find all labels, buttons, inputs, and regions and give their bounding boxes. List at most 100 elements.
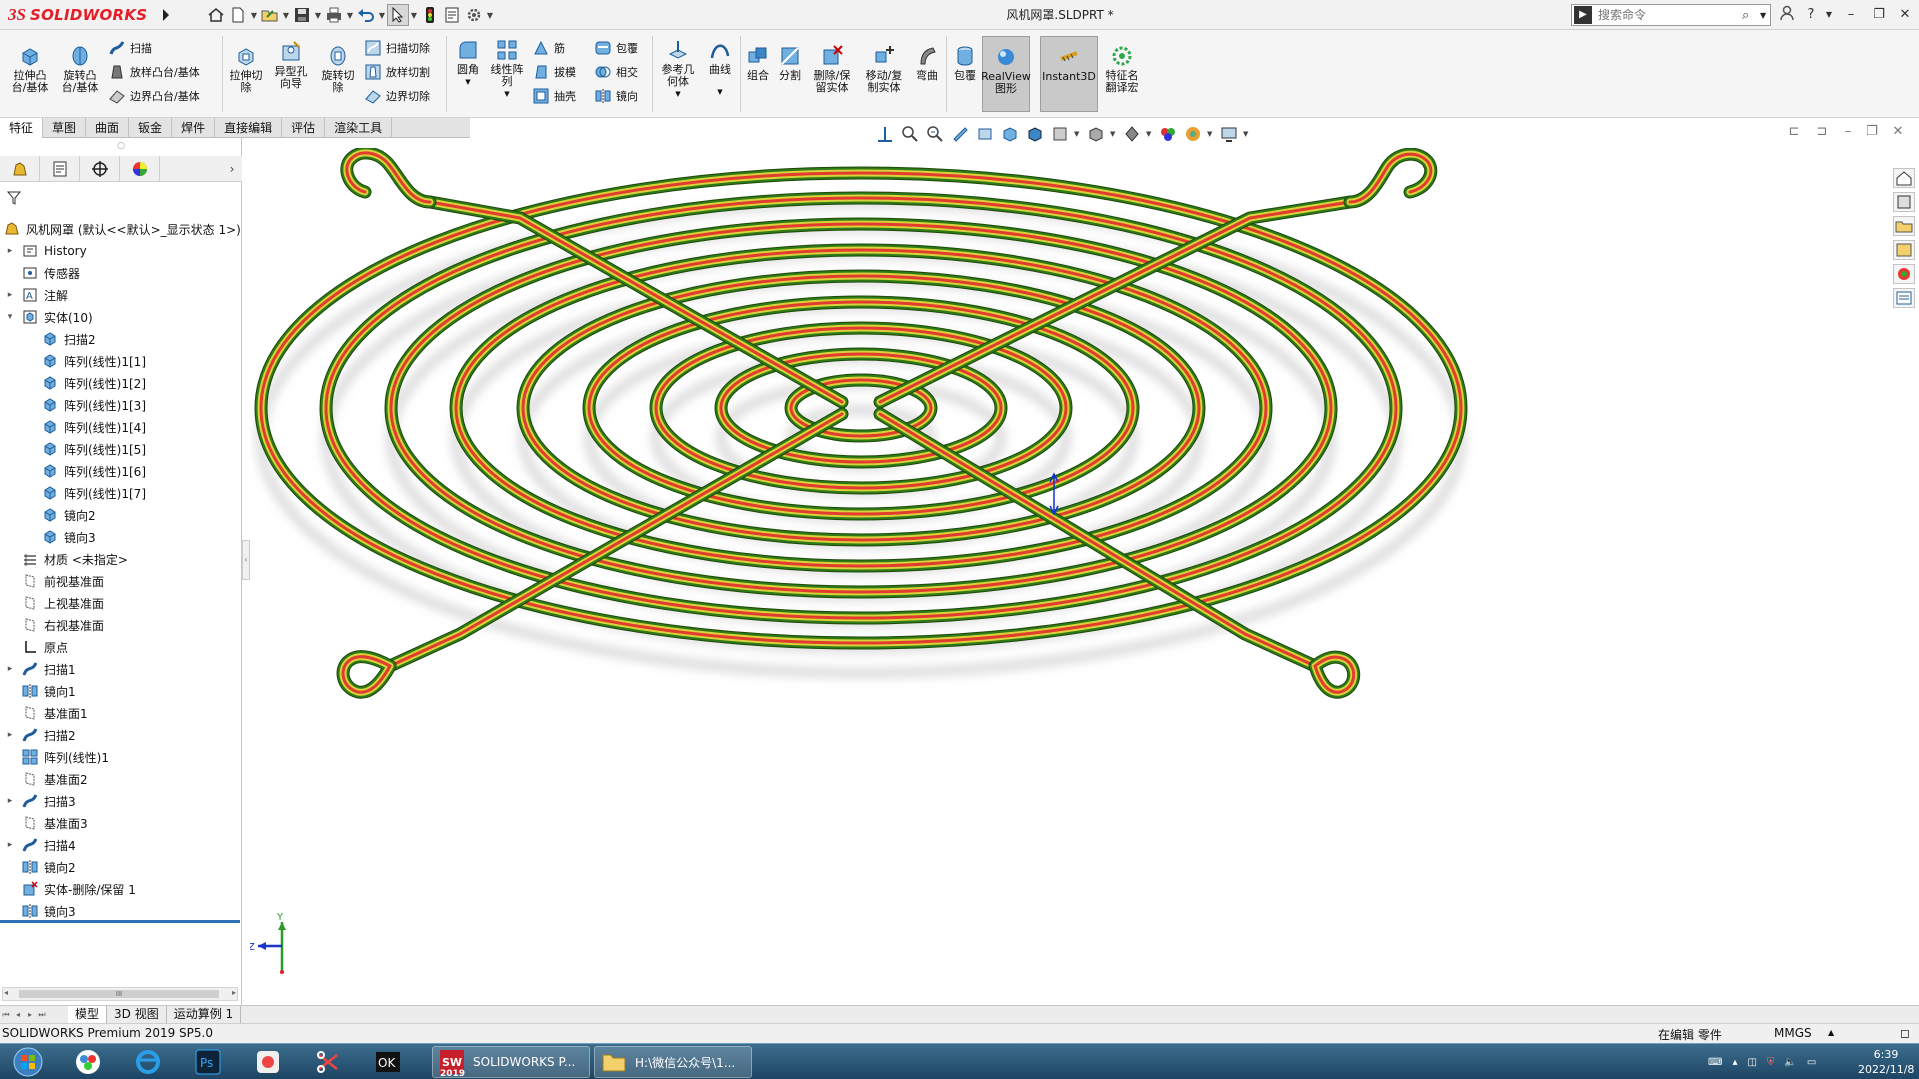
- tree-item[interactable]: 前视基准面: [0, 570, 242, 592]
- notification-icon[interactable]: ◻: [1900, 1026, 1910, 1040]
- save-icon[interactable]: [291, 4, 313, 26]
- appearance-colors-icon[interactable]: [1157, 123, 1179, 145]
- reference-geometry-button[interactable]: 参考几 何体 ▼: [656, 38, 700, 100]
- mounting-hook[interactable]: [336, 650, 397, 699]
- shell-button[interactable]: 抽壳: [532, 86, 576, 106]
- feature-translator-button[interactable]: 特征名 翻译宏: [1102, 44, 1142, 94]
- menu-expand-icon[interactable]: [160, 4, 172, 26]
- draft-button[interactable]: 拔模: [532, 62, 576, 82]
- close-button[interactable]: ✕: [1894, 5, 1916, 25]
- chevron-down-icon[interactable]: ▼: [1146, 130, 1154, 138]
- search-mode-icon[interactable]: ▶: [1574, 6, 1592, 24]
- tab-sketch[interactable]: 草图: [43, 118, 87, 138]
- expand-toggle-icon[interactable]: ▸: [4, 290, 16, 300]
- tree-item[interactable]: 扫描2: [0, 328, 242, 350]
- search-icon[interactable]: ⌕: [1742, 8, 1760, 23]
- curves-button[interactable]: 曲线 ▼: [702, 38, 738, 98]
- realview-button[interactable]: RealView 图形: [981, 36, 1031, 112]
- viewport-minimize-button[interactable]: –: [1838, 124, 1858, 142]
- tree-item[interactable]: ▸ A 注解: [0, 284, 242, 306]
- loft-cut-button[interactable]: 放样切割: [364, 62, 430, 82]
- tree-item[interactable]: 上视基准面: [0, 592, 242, 614]
- revolve-boss-button[interactable]: 旋转凸 台/基体: [60, 44, 100, 94]
- apply-scene-icon[interactable]: [1121, 123, 1143, 145]
- tree-item[interactable]: 实体-删除/保留 1: [0, 878, 242, 900]
- panel-splitter[interactable]: ‹: [242, 540, 250, 580]
- expand-toggle-icon[interactable]: ▸: [4, 246, 16, 256]
- extrude-cut-button[interactable]: 拉伸切 除: [226, 44, 266, 94]
- tab-model[interactable]: 模型: [68, 1006, 108, 1023]
- tree-item[interactable]: ▾ 实体(10): [0, 306, 242, 328]
- gear-icon[interactable]: [463, 4, 485, 26]
- tree-item[interactable]: ▸ 扫描2: [0, 724, 242, 746]
- next-tab-icon[interactable]: ▸: [24, 1010, 36, 1019]
- chevron-down-icon[interactable]: ▼: [313, 11, 323, 20]
- user-icon[interactable]: [1776, 5, 1798, 25]
- configuration-manager-tab-icon[interactable]: [80, 156, 120, 182]
- keyboard-icon[interactable]: ⌨: [1708, 1057, 1722, 1068]
- hide-show-items-icon[interactable]: [1049, 123, 1071, 145]
- sweep-button[interactable]: 扫描: [108, 38, 152, 58]
- mounting-hook[interactable]: [1308, 650, 1361, 699]
- chevron-down-icon[interactable]: ▼: [1243, 130, 1251, 138]
- undo-icon[interactable]: [355, 4, 377, 26]
- chevron-up-icon[interactable]: ▲: [1828, 1028, 1834, 1037]
- viewport-restore-button[interactable]: ❐: [1862, 124, 1882, 142]
- view-palette-icon[interactable]: [1893, 240, 1915, 260]
- chevron-down-icon[interactable]: ▼: [1207, 130, 1215, 138]
- tree-item[interactable]: 阵列(线性)1[5]: [0, 438, 242, 460]
- taskbar-task-explorer[interactable]: H:\微信公众号\1...: [594, 1046, 752, 1078]
- display-style-icon[interactable]: [1024, 123, 1046, 145]
- scroll-left-icon[interactable]: ◂: [4, 988, 8, 997]
- chevron-down-icon[interactable]: ▼: [717, 86, 722, 98]
- tab-direct-editing[interactable]: 直接编辑: [215, 118, 283, 138]
- chevron-down-icon[interactable]: ▼: [345, 11, 355, 20]
- tree-item[interactable]: 镜向2: [0, 856, 242, 878]
- chevron-right-icon[interactable]: ›: [222, 156, 242, 181]
- tree-item[interactable]: 基准面1: [0, 702, 242, 724]
- tree-item[interactable]: 阵列(线性)1[6]: [0, 460, 242, 482]
- security-icon[interactable]: ⛨: [1767, 1057, 1775, 1068]
- taskbar-clock[interactable]: 6:39 2022/11/8: [1858, 1047, 1914, 1077]
- zoom-to-fit-icon[interactable]: [874, 123, 896, 145]
- minimize-button[interactable]: –: [1840, 5, 1862, 25]
- tree-item[interactable]: 材质 <未指定>: [0, 548, 242, 570]
- start-button[interactable]: [2, 1046, 54, 1078]
- tree-item[interactable]: 原点: [0, 636, 242, 658]
- expand-toggle-icon[interactable]: ▾: [4, 312, 16, 322]
- sweep-cut-button[interactable]: 扫描切除: [364, 38, 430, 58]
- file-properties-icon[interactable]: [441, 4, 463, 26]
- home-icon[interactable]: [205, 4, 227, 26]
- volume-icon[interactable]: 🔈: [1784, 1057, 1796, 1068]
- mounting-hook[interactable]: [340, 148, 437, 209]
- design-library-icon[interactable]: [1893, 192, 1915, 212]
- intersect-button[interactable]: 相交: [594, 62, 638, 82]
- tree-item[interactable]: 镜向3: [0, 900, 242, 922]
- chevron-down-icon[interactable]: ▼: [1110, 130, 1118, 138]
- chevron-down-icon[interactable]: ▼: [281, 11, 291, 20]
- expand-toggle-icon[interactable]: ▸: [4, 796, 16, 806]
- horizontal-scrollbar[interactable]: ◂ III ▸: [2, 987, 238, 1001]
- tree-item[interactable]: ▸ History: [0, 240, 242, 262]
- expand-toggle-icon[interactable]: ▸: [4, 664, 16, 674]
- tree-item[interactable]: 右视基准面: [0, 614, 242, 636]
- taskbar-photoshop-icon[interactable]: Ps: [182, 1046, 234, 1078]
- open-folder-icon[interactable]: [259, 4, 281, 26]
- appearances-icon[interactable]: [1893, 264, 1915, 284]
- previous-view-icon[interactable]: [924, 123, 946, 145]
- scenes-icon[interactable]: [1182, 123, 1204, 145]
- filter-icon[interactable]: [6, 190, 26, 208]
- view-orientation-icon[interactable]: [999, 123, 1021, 145]
- flex-button[interactable]: 弯曲: [912, 44, 942, 82]
- scroll-thumb[interactable]: III: [19, 990, 219, 998]
- graphics-area[interactable]: Y Z: [250, 148, 1886, 1003]
- first-tab-icon[interactable]: ⏮: [0, 1010, 12, 1020]
- instant3d-button[interactable]: Instant3D: [1040, 36, 1098, 112]
- dynamic-annotation-icon[interactable]: [974, 123, 996, 145]
- select-icon[interactable]: [387, 4, 409, 26]
- tray-arrow-icon[interactable]: ▴: [1732, 1057, 1737, 1068]
- tab-weldments[interactable]: 焊件: [172, 118, 216, 138]
- wrap-small-button[interactable]: 包覆: [594, 38, 638, 58]
- new-document-icon[interactable]: [227, 4, 249, 26]
- chevron-down-icon[interactable]: ▼: [249, 11, 259, 20]
